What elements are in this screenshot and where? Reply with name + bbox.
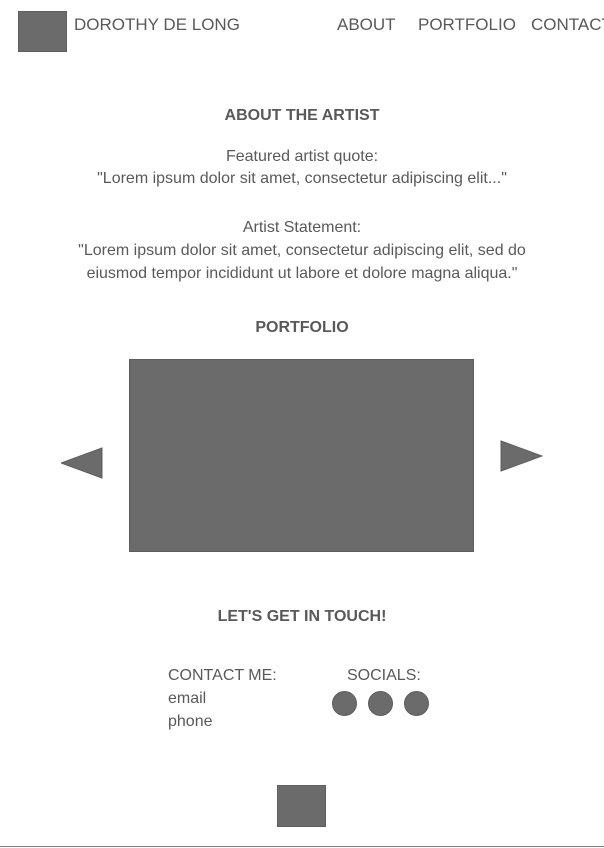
statement-text-line-1: "Lorem ipsum dolor sit amet, consectetur…	[78, 242, 526, 259]
quote-label: Featured artist quote:	[225, 148, 379, 165]
about-heading: ABOUT THE ARTIST	[224, 107, 380, 124]
portfolio-heading: PORTFOLIO	[255, 319, 349, 336]
statement-label: Artist Statement:	[242, 219, 362, 236]
nav-portfolio-link[interactable]: PORTFOLIO	[418, 15, 516, 35]
statement-text-line-2: eiusmod tempor incididunt ut labore et d…	[86, 265, 518, 282]
contact-heading: LET'S GET IN TOUCH!	[217, 608, 387, 625]
site-title[interactable]: DOROTHY DE LONG	[74, 15, 240, 35]
contact-email-link[interactable]: email	[168, 689, 206, 709]
triangle-left-icon[interactable]	[61, 447, 103, 479]
social-circle-icon[interactable]	[368, 691, 393, 716]
nav-about-link[interactable]: ABOUT	[337, 15, 396, 35]
nav-contact-link[interactable]: CONTACT	[531, 15, 604, 35]
socials-label: SOCIALS:	[347, 667, 421, 684]
contact-phone-link[interactable]: phone	[168, 712, 213, 732]
portfolio-image	[129, 359, 474, 552]
footer-logo-placeholder	[277, 785, 326, 827]
triangle-right-icon[interactable]	[500, 440, 543, 472]
logo-placeholder[interactable]	[18, 11, 67, 52]
footer-divider	[0, 846, 604, 847]
social-circle-icon[interactable]	[404, 691, 429, 716]
quote-text: "Lorem ipsum dolor sit amet, consectetur…	[97, 170, 507, 187]
social-circle-icon[interactable]	[332, 691, 357, 716]
contact-me-label: CONTACT ME:	[168, 667, 277, 684]
